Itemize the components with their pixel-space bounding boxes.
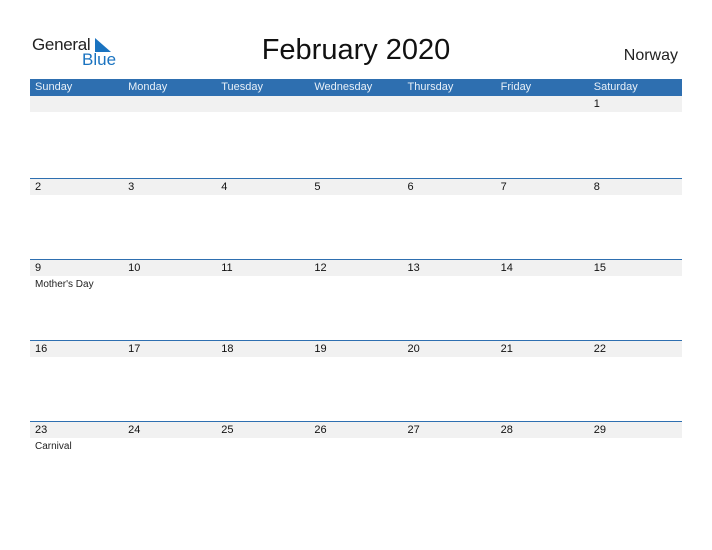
date-number: 14: [500, 262, 513, 274]
date-number: 24: [128, 424, 141, 436]
holiday-label: [309, 276, 402, 291]
date-number: 2: [35, 181, 42, 193]
date-band: 2 3 4 5 6 7 8: [30, 179, 682, 195]
week-row: 2 3 4 5 6 7 8: [30, 178, 682, 259]
events-row: [30, 195, 682, 197]
date-number: 6: [407, 181, 414, 193]
date-number: 22: [593, 343, 606, 355]
date-number: 28: [500, 424, 513, 436]
date-number: [123, 96, 216, 112]
holiday-label: [589, 195, 682, 197]
holiday-label: [30, 195, 123, 197]
date-number: 8: [593, 181, 600, 193]
date-number: 17: [128, 343, 141, 355]
holiday-label: [216, 112, 309, 114]
weekday-thursday: Thursday: [407, 81, 454, 93]
holiday-label: [216, 357, 309, 359]
holiday-label: [589, 112, 682, 114]
holiday-label: [496, 276, 589, 291]
page-title: February 2020: [261, 34, 451, 66]
date-number: [309, 96, 402, 112]
weekday-saturday: Saturday: [593, 81, 638, 93]
holiday-label: [30, 357, 123, 359]
date-number: 16: [35, 343, 48, 355]
holiday-label: [309, 112, 402, 114]
weekday-sunday: Sunday: [35, 81, 73, 93]
date-number: 5: [314, 181, 321, 193]
holiday-label: [589, 276, 682, 291]
holiday-label: [403, 276, 496, 291]
events-row: Mother's Day: [30, 276, 682, 291]
weekday-monday: Monday: [128, 81, 168, 93]
date-band: 9 10 11 12 13 14 15: [30, 260, 682, 276]
week-row: 23 24 25 26 27 28 29 Carnival: [30, 421, 682, 502]
country-label: Norway: [623, 47, 678, 64]
date-band: 16 17 18 19 20 21 22: [30, 341, 682, 357]
holiday-label: [30, 112, 123, 114]
date-number: 27: [407, 424, 420, 436]
week-row: 16 17 18 19 20 21 22: [30, 340, 682, 421]
date-number: 21: [500, 343, 513, 355]
weekday-wednesday: Wednesday: [314, 81, 373, 93]
holiday-label: [123, 276, 216, 291]
holiday-label: [216, 276, 309, 291]
events-row: [30, 357, 682, 359]
date-number: 26: [314, 424, 327, 436]
holiday-label: [309, 438, 402, 453]
date-number: 18: [221, 343, 234, 355]
date-band: 1: [30, 96, 682, 112]
holiday-label: [309, 195, 402, 197]
events-row: Carnival: [30, 438, 682, 453]
events-row: [30, 112, 682, 114]
date-number: 1: [593, 98, 600, 110]
holiday-label: [123, 195, 216, 197]
holiday-label: Mother's Day: [35, 279, 94, 290]
week-row: 9 10 11 12 13 14 15 Mother's Day: [30, 259, 682, 340]
date-number: 4: [221, 181, 228, 193]
weekday-header: Sunday Monday Tuesday Wednesday Thursday…: [30, 79, 682, 96]
date-number: [403, 96, 496, 112]
date-number: [30, 96, 123, 112]
date-number: 15: [593, 262, 606, 274]
holiday-label: [216, 195, 309, 197]
calendar-grid: Sunday Monday Tuesday Wednesday Thursday…: [30, 79, 682, 502]
holiday-label: [216, 438, 309, 453]
holiday-label: [496, 112, 589, 114]
date-number: 7: [500, 181, 507, 193]
holiday-label: Carnival: [35, 441, 72, 452]
holiday-label: [403, 195, 496, 197]
holiday-label: [496, 195, 589, 197]
holiday-label: [123, 112, 216, 114]
date-number: 12: [314, 262, 327, 274]
date-number: 19: [314, 343, 327, 355]
date-number: 11: [221, 262, 233, 274]
holiday-label: [496, 438, 589, 453]
weekday-friday: Friday: [500, 81, 532, 93]
holiday-label: [403, 112, 496, 114]
date-band: 23 24 25 26 27 28 29: [30, 422, 682, 438]
date-number: 23: [35, 424, 48, 436]
date-number: 9: [35, 262, 42, 274]
date-number: 25: [221, 424, 234, 436]
holiday-label: [123, 438, 216, 453]
holiday-label: [496, 357, 589, 359]
date-number: 20: [407, 343, 420, 355]
holiday-label: [403, 357, 496, 359]
date-number: 29: [593, 424, 606, 436]
holiday-label: [123, 357, 216, 359]
date-number: [216, 96, 309, 112]
holiday-label: [589, 357, 682, 359]
date-number: 10: [128, 262, 141, 274]
date-number: [496, 96, 589, 112]
holiday-label: [309, 357, 402, 359]
week-row: 1: [30, 96, 682, 178]
holiday-label: [403, 438, 496, 453]
holiday-label: [589, 438, 682, 453]
date-number: 3: [128, 181, 135, 193]
date-number: 13: [407, 262, 420, 274]
weekday-tuesday: Tuesday: [221, 81, 264, 93]
